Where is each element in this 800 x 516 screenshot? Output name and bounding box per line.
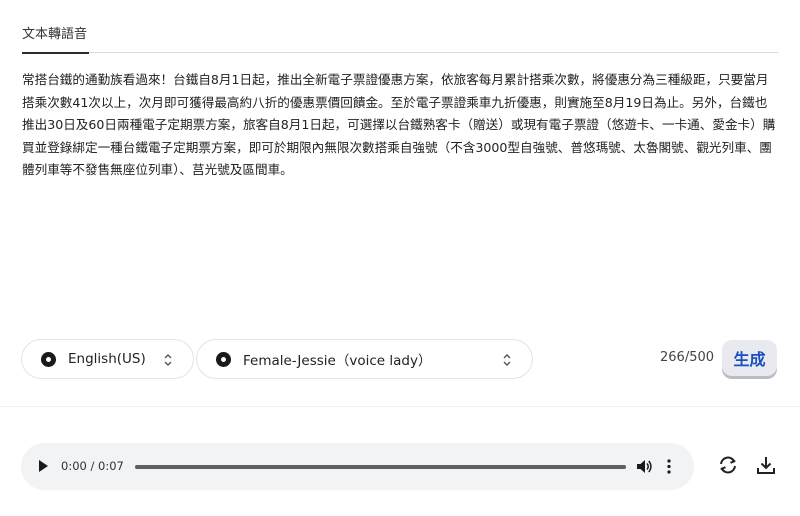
playback-progress-fill xyxy=(135,465,626,469)
input-text-content[interactable]: 常搭台鐵的通勤族看過來！台鐵自8月1日起，推出全新電子票證優惠方案，依旅客每月累… xyxy=(22,69,778,182)
voice-select[interactable]: Female-Jessie（voice lady） xyxy=(196,339,533,379)
char-counter: 266/500 xyxy=(660,350,715,365)
audio-player: 0:00 / 0:07 xyxy=(21,443,694,490)
playback-progress-bar[interactable] xyxy=(135,465,626,469)
language-select[interactable]: English(US) xyxy=(21,339,194,379)
volume-icon[interactable] xyxy=(636,458,653,475)
play-icon[interactable] xyxy=(39,460,48,472)
radio-dot-icon xyxy=(216,351,231,367)
tab-text-to-speech[interactable]: 文本轉語音 xyxy=(22,23,90,54)
tab-bar: 文本轉語音 xyxy=(22,0,778,54)
controls-row: English(US) Female-Jessie（voice lady） 26… xyxy=(0,339,800,381)
playback-time: 0:00 / 0:07 xyxy=(61,459,124,473)
chevron-up-down-icon xyxy=(503,354,511,366)
download-icon[interactable] xyxy=(755,454,777,476)
divider xyxy=(0,406,800,407)
radio-dot-icon xyxy=(41,351,56,367)
refresh-icon[interactable] xyxy=(717,454,739,476)
language-select-value: English(US) xyxy=(68,351,146,367)
more-vert-icon[interactable] xyxy=(665,458,673,475)
generate-button[interactable]: 生成 xyxy=(722,340,777,376)
voice-select-value: Female-Jessie（voice lady） xyxy=(243,353,432,369)
chevron-up-down-icon xyxy=(164,354,172,366)
